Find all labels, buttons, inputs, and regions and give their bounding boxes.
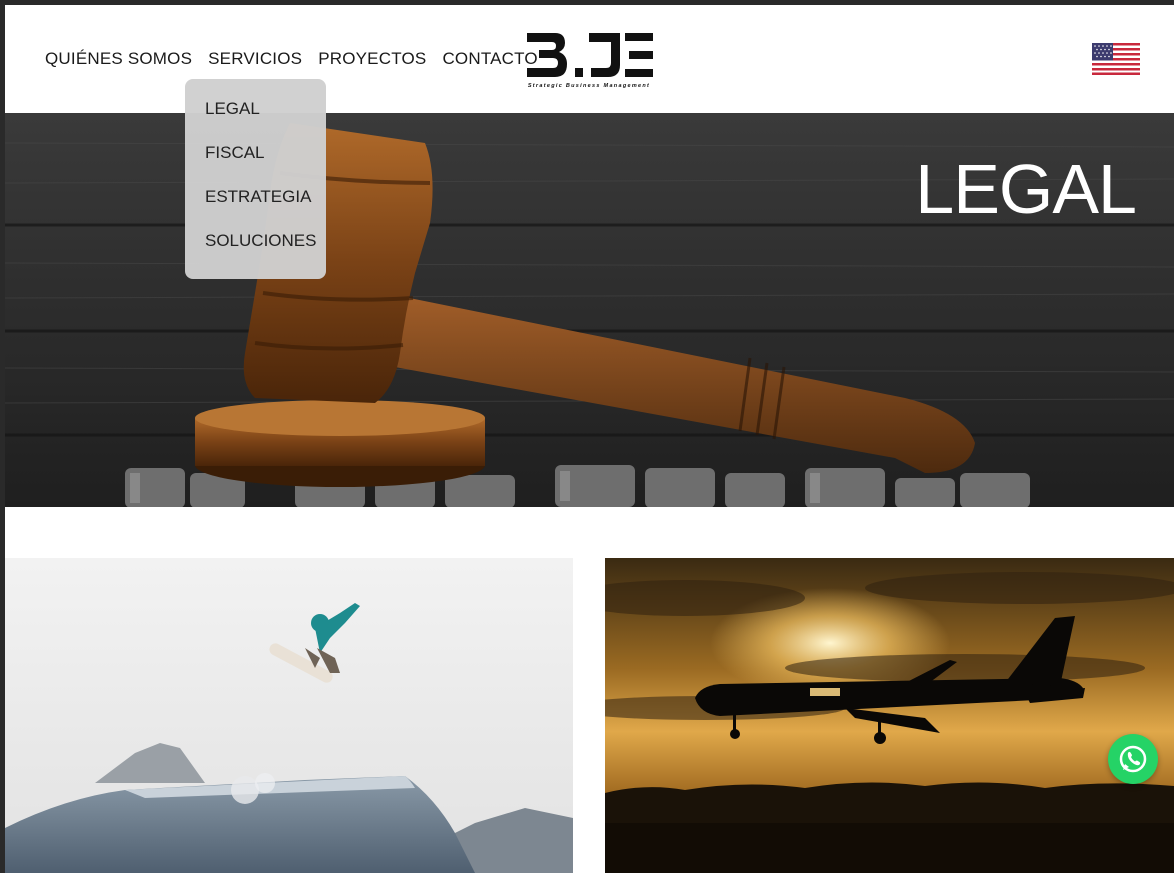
- site-header: QUIÉNES SOMOS SERVICIOS PROYECTOS CONTAC…: [5, 5, 1174, 113]
- dropdown-item-fiscal[interactable]: FISCAL: [205, 143, 326, 187]
- dropdown-item-estrategia[interactable]: ESTRATEGIA: [205, 187, 326, 231]
- dropdown-item-soluciones[interactable]: SOLUCIONES: [205, 231, 326, 275]
- logo-tagline: Strategic Business Management: [527, 83, 651, 89]
- whatsapp-button[interactable]: [1108, 734, 1158, 784]
- main-nav: QUIÉNES SOMOS SERVICIOS PROYECTOS CONTAC…: [45, 49, 538, 69]
- snowboarder-jump-image[interactable]: [5, 558, 573, 873]
- page: QUIÉNES SOMOS SERVICIOS PROYECTOS CONTAC…: [5, 5, 1174, 873]
- us-flag-icon[interactable]: [1092, 43, 1140, 75]
- airplane-sunset-image[interactable]: [605, 558, 1174, 873]
- nav-contacto[interactable]: CONTACTO: [442, 49, 537, 69]
- nav-quienes-somos[interactable]: QUIÉNES SOMOS: [45, 49, 192, 69]
- dropdown-item-legal[interactable]: LEGAL: [205, 99, 326, 143]
- nav-servicios[interactable]: SERVICIOS: [208, 49, 302, 69]
- site-logo[interactable]: Strategic Business Management: [525, 27, 655, 91]
- bje-logo-mark: [527, 33, 653, 77]
- hero-title: LEGAL: [915, 150, 1137, 228]
- hero-banner: LEGAL: [5, 113, 1174, 507]
- nav-proyectos[interactable]: PROYECTOS: [318, 49, 426, 69]
- whatsapp-icon: [1119, 745, 1147, 773]
- servicios-dropdown: LEGAL FISCAL ESTRATEGIA SOLUCIONES: [185, 79, 326, 279]
